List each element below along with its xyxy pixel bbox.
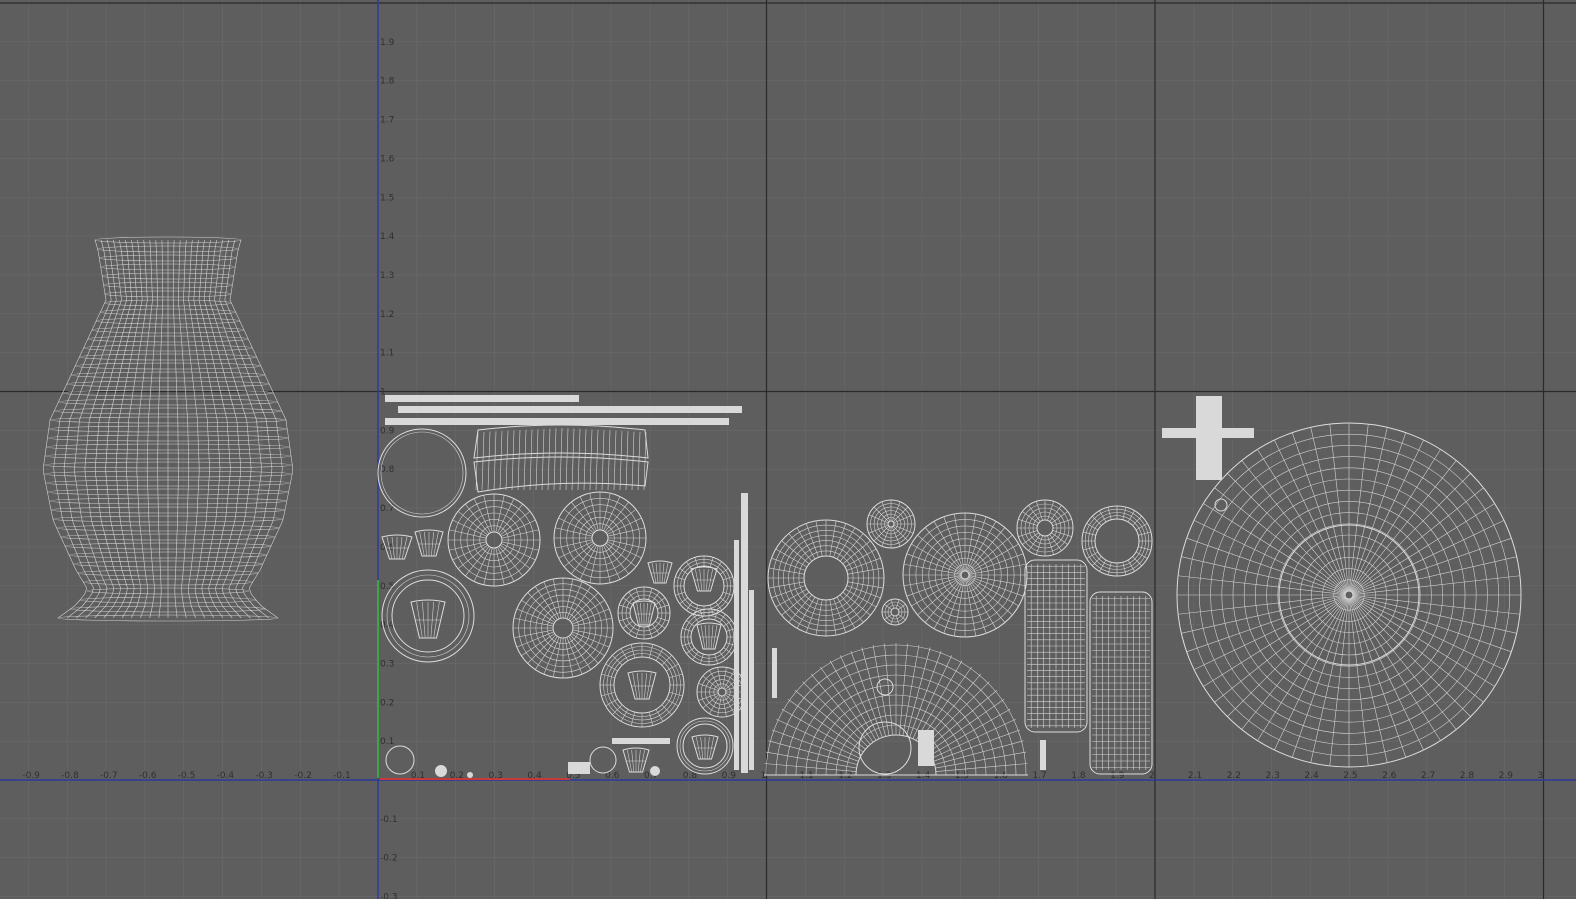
u-tick-label: 2 (1149, 771, 1155, 781)
strip-shell (385, 418, 729, 425)
small-strip-shell (612, 738, 670, 744)
v-tick-label: 0.8 (380, 465, 395, 475)
u-tick-label: -0.2 (294, 771, 312, 781)
fan-shell (627, 670, 657, 700)
disc-shell (881, 598, 909, 626)
u-tick-label: 0.4 (527, 771, 542, 781)
disc-shell (902, 512, 1028, 638)
u-tick-label: 1.8 (1071, 771, 1086, 781)
u-tick-label: 0.2 (450, 771, 464, 781)
cylinder-shell (1089, 591, 1153, 775)
uv-texture-viewport[interactable]: -0.9 -0.8 -0.7 -0.6 -0.5 -0.4 -0.3 -0.2 -0.1 0.1 0… (0, 0, 1576, 899)
fan-shell (414, 529, 444, 557)
vase-body-shell[interactable] (42, 236, 294, 622)
v-tick-label: -0.2 (380, 854, 398, 864)
strip-shell (385, 395, 579, 402)
u-tick-label: 0.1 (411, 771, 425, 781)
u-tick-label: -0.1 (333, 771, 351, 781)
u-tick-label: 2.1 (1188, 771, 1202, 781)
fan-shell (647, 560, 673, 584)
u-tick-label: 2.8 (1460, 771, 1475, 781)
cross-shell[interactable] (1162, 396, 1254, 480)
vertical-strip-shell (749, 590, 754, 770)
u-tick-label: 2.5 (1343, 771, 1357, 781)
vertical-strip-shell (741, 493, 748, 773)
fan-shell (691, 734, 719, 760)
u-tick-label: 2.2 (1227, 771, 1241, 781)
u-tick-label: 1.9 (1110, 771, 1125, 781)
u-tick-label: 2.9 (1499, 771, 1514, 781)
u-tick-label: -0.8 (61, 771, 79, 781)
v-tick-label: 1.9 (380, 38, 395, 48)
cross-horizontal (1162, 428, 1254, 438)
v-tick-label: 1.8 (380, 77, 395, 87)
disc-shell (512, 577, 614, 679)
u-tick-label: 1 (761, 771, 767, 781)
u-tick-label: 1.5 (955, 771, 969, 781)
vertical-strip-shell (734, 540, 739, 770)
v-tick-label: 0.2 (380, 698, 394, 708)
u-tick-label: 1.2 (838, 771, 852, 781)
v-tick-label: 1.4 (380, 232, 395, 242)
u-tick-label: 2.3 (1266, 771, 1280, 781)
small-strip-shell (568, 762, 590, 774)
u-tick-label: 1.4 (916, 771, 931, 781)
u-tick-label: 3 (1538, 771, 1544, 781)
disc-shell (553, 491, 647, 585)
u-tick-label: 2.4 (1304, 771, 1319, 781)
u-tick-label: 1.1 (799, 771, 813, 781)
v-tick-label: -0.1 (380, 815, 398, 825)
vertical-strip-shell (772, 648, 777, 698)
v-tick-label: 0.3 (380, 659, 394, 669)
v-tick-label: 1.1 (380, 349, 394, 359)
disc-shell (1016, 499, 1074, 557)
fan-shell (632, 600, 656, 626)
v-tick-label: 1.3 (380, 271, 394, 281)
u-tick-label: 0.9 (722, 771, 737, 781)
ring-shell (767, 519, 885, 637)
v-tick-label: 1.5 (380, 193, 394, 203)
strip-shell (398, 406, 742, 413)
u-tick-label: 1.3 (877, 771, 891, 781)
v-tick-label: 1.6 (380, 154, 395, 164)
v-axis-tick-labels: 1.91.81.71.61.51.41.31.21.110.90.80.70.6… (380, 38, 398, 899)
v-tick-label: 0.1 (380, 737, 394, 747)
u-tick-label: -0.5 (178, 771, 196, 781)
disc-shell (447, 493, 541, 587)
fan-shell (696, 622, 722, 650)
arc-strip-shell (473, 424, 649, 493)
u-tick-label: -0.4 (217, 771, 235, 781)
u-tick-label: -0.7 (100, 771, 118, 781)
u-tick-label: 2.6 (1382, 771, 1397, 781)
fan-shell (410, 599, 446, 639)
v-tick-label: 0.9 (380, 426, 395, 436)
u-tick-label: 1.7 (1032, 771, 1046, 781)
v-tick-label: 1.7 (380, 116, 394, 126)
v-tick-label: 1.2 (380, 310, 394, 320)
fan-shell (690, 566, 718, 592)
u-tick-label: -0.3 (255, 771, 273, 781)
vase-wireframe (42, 236, 294, 622)
v-tick-label: -0.3 (380, 893, 398, 899)
half-dome-shell[interactable] (764, 643, 1028, 776)
u-tick-label: 0.3 (489, 771, 503, 781)
u-tick-label: -0.9 (22, 771, 40, 781)
v-tick-label: 1 (380, 388, 386, 398)
fan-shell (622, 747, 650, 773)
u-tick-label: 2.7 (1421, 771, 1435, 781)
u-tick-label: -0.6 (139, 771, 157, 781)
disc-shell (866, 499, 916, 549)
ring-shell (1081, 505, 1153, 577)
disc-shell (696, 666, 748, 718)
